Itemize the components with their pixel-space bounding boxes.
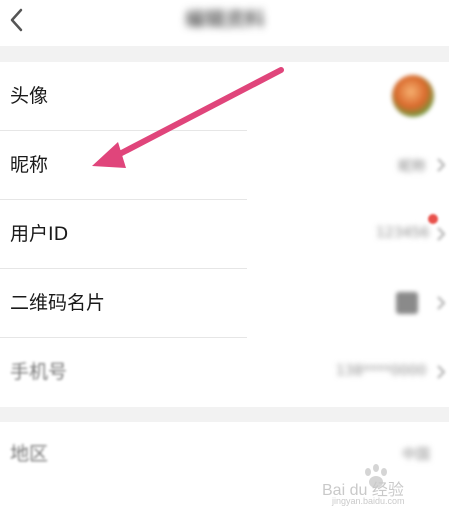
qr-code-icon	[396, 292, 418, 314]
avatar	[392, 75, 434, 117]
watermark-url: jingyan.baidu.com	[332, 496, 405, 506]
region-value: 中国	[402, 447, 430, 463]
row-label-avatar: 头像	[10, 85, 49, 107]
row-nickname[interactable]: 昵称 昵称	[0, 131, 449, 199]
chevron-left-icon	[10, 8, 23, 32]
back-button[interactable]	[4, 2, 32, 38]
page-title: 编辑资料	[185, 7, 265, 31]
user-id-value: 123456	[376, 225, 430, 241]
row-user-id[interactable]: 用户ID 123456	[0, 200, 449, 268]
chevron-right-icon	[437, 365, 445, 379]
header-bar: 编辑资料	[0, 0, 449, 46]
row-label-user-id: 用户ID	[10, 223, 69, 245]
row-label-phone: 手机号	[10, 361, 68, 383]
phone-value: 138****0000	[336, 363, 427, 379]
chevron-right-icon	[437, 296, 445, 310]
row-avatar[interactable]: 头像	[0, 62, 449, 130]
row-qr-card[interactable]: 二维码名片	[0, 269, 449, 337]
row-phone[interactable]: 手机号 138****0000	[0, 338, 449, 406]
row-label-region: 地区	[10, 443, 49, 465]
notification-dot	[428, 214, 438, 224]
watermark: Bai du 经验 jingyan.baidu.com	[322, 462, 444, 512]
chevron-right-icon	[437, 227, 445, 241]
row-label-qr-card: 二维码名片	[10, 292, 106, 314]
row-label-nickname: 昵称	[10, 154, 49, 176]
chevron-right-icon	[437, 158, 445, 172]
nickname-value: 昵称	[398, 159, 426, 175]
profile-card: 头像 昵称 昵称 用户ID 123456 二维码名片 手机号 138****00…	[0, 62, 449, 407]
